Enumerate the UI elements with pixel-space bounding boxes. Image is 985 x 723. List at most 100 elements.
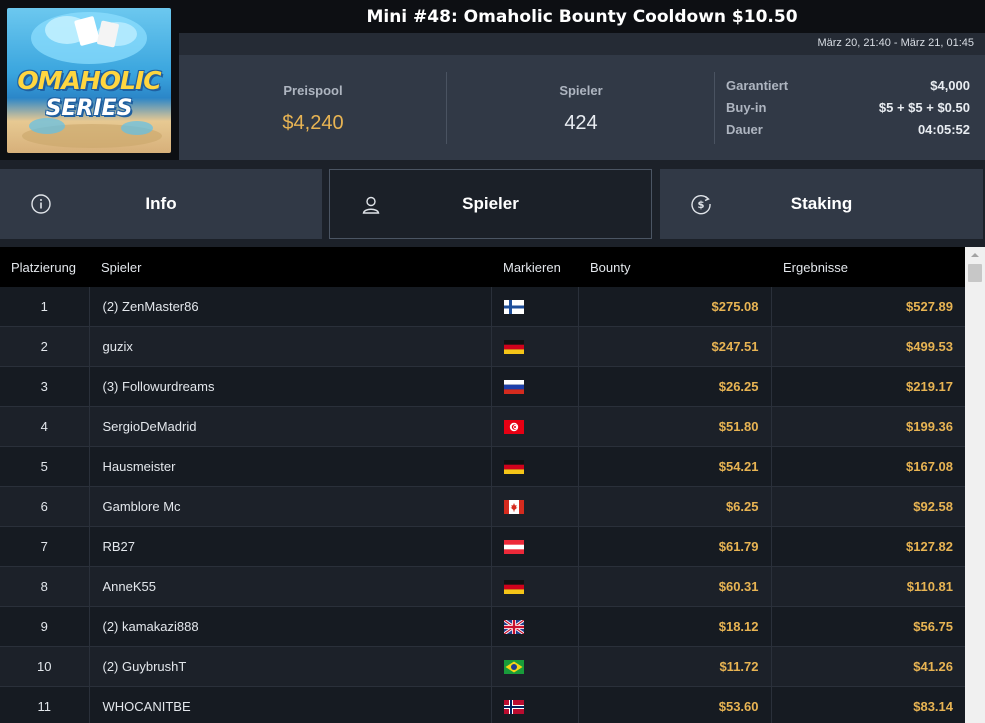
- logo-text-series: SERIES: [45, 96, 133, 121]
- player-name-cell[interactable]: SergioDeMadrid: [89, 406, 492, 447]
- result-cell: $92.58: [771, 486, 965, 527]
- tab-info[interactable]: Info: [0, 169, 322, 239]
- column-header-results[interactable]: Ergebnisse: [771, 247, 965, 287]
- table-row[interactable]: 7 RB27 $61.79 $127.82: [0, 526, 965, 567]
- placement-cell: 1: [0, 287, 90, 327]
- table-row[interactable]: 5 Hausmeister $54.21 $167.08: [0, 446, 965, 487]
- country-flag-cell: [491, 486, 579, 527]
- prizepool-value: $4,240: [282, 112, 344, 134]
- tournament-stats-panel: Preispool $4,240 Spieler 424 Garantiert …: [179, 55, 985, 160]
- table-row[interactable]: 4 SergioDeMadrid $51.80 $199.36: [0, 406, 965, 447]
- player-name-cell[interactable]: (3) Followurdreams: [89, 366, 492, 407]
- prizepool-stat: Preispool $4,240: [179, 55, 447, 160]
- country-flag-cell: [491, 446, 579, 487]
- result-cell: $167.08: [771, 446, 965, 487]
- tournament-logo: OMAHOLIC SERIES: [0, 0, 179, 160]
- player-name-cell[interactable]: guzix: [89, 326, 492, 367]
- scroll-up-arrow-icon[interactable]: [965, 247, 985, 263]
- detail-label: Garantiert: [726, 78, 789, 93]
- placement-cell: 11: [0, 686, 90, 723]
- stats-divider: [714, 72, 715, 144]
- title-bar: Mini #48: Omaholic Bounty Cooldown $10.5…: [179, 0, 985, 33]
- result-cell: $83.14: [771, 686, 965, 723]
- norway-flag-icon: [503, 699, 524, 714]
- tab-bar: Info Spieler $ Staking: [0, 169, 985, 239]
- tournament-details: Garantiert $4,000 Buy-in $5 + $5 + $0.50…: [726, 78, 970, 144]
- placement-cell: 2: [0, 326, 90, 367]
- result-cell: $110.81: [771, 566, 965, 607]
- bounty-cell: $6.25: [578, 486, 772, 527]
- table-row[interactable]: 2 guzix $247.51 $499.53: [0, 326, 965, 367]
- country-flag-cell: [491, 526, 579, 567]
- table-row[interactable]: 3 (3) Followurdreams $26.25 $219.17: [0, 366, 965, 407]
- player-name-cell[interactable]: WHOCANITBE: [89, 686, 492, 723]
- russia-flag-icon: [503, 379, 524, 394]
- column-header-placement[interactable]: Platzierung: [0, 247, 89, 287]
- table-row[interactable]: 9 (2) kamakazi888 $18.12 $56.75: [0, 606, 965, 647]
- canada-flag-icon: [503, 499, 524, 514]
- players-table: Platzierung Spieler Markieren Bounty Erg…: [0, 247, 965, 723]
- bounty-cell: $247.51: [578, 326, 772, 367]
- tab-players[interactable]: Spieler: [329, 169, 652, 239]
- uk-flag-icon: [503, 619, 524, 634]
- table-scrollbar[interactable]: [965, 247, 985, 723]
- bounty-cell: $51.80: [578, 406, 772, 447]
- bounty-cell: $11.72: [578, 646, 772, 687]
- column-header-flag[interactable]: Markieren: [491, 247, 578, 287]
- placement-cell: 3: [0, 366, 90, 407]
- detail-value: $5 + $5 + $0.50: [878, 100, 970, 115]
- bounty-cell: $53.60: [578, 686, 772, 723]
- table-row[interactable]: 6 Gamblore Mc $6.25 $92.58: [0, 486, 965, 527]
- tab-players-label: Spieler: [462, 194, 519, 213]
- result-cell: $127.82: [771, 526, 965, 567]
- players-table-container: Platzierung Spieler Markieren Bounty Erg…: [0, 247, 965, 723]
- placement-cell: 8: [0, 566, 90, 607]
- table-row[interactable]: 8 AnneK55 $60.31 $110.81: [0, 566, 965, 607]
- tab-info-label: Info: [145, 194, 177, 213]
- country-flag-cell: [491, 686, 579, 723]
- detail-label: Buy-in: [726, 100, 767, 115]
- tab-staking-label: Staking: [790, 194, 853, 213]
- info-circle-icon: [31, 194, 51, 214]
- column-header-player[interactable]: Spieler: [89, 247, 491, 287]
- svg-text:$: $: [698, 200, 705, 211]
- table-row[interactable]: 10 (2) GuybrushT $11.72 $41.26: [0, 646, 965, 687]
- table-header-row: Platzierung Spieler Markieren Bounty Erg…: [0, 247, 965, 287]
- user-icon: [362, 196, 380, 214]
- placement-cell: 9: [0, 606, 90, 647]
- bounty-cell: $60.31: [578, 566, 772, 607]
- result-cell: $219.17: [771, 366, 965, 407]
- prizepool-label: Preispool: [283, 83, 343, 98]
- detail-row-duration: Dauer 04:05:52: [726, 122, 970, 144]
- table-row[interactable]: 11 WHOCANITBE $53.60 $83.14: [0, 686, 965, 723]
- dollar-circle-icon: $: [691, 195, 711, 215]
- placement-cell: 7: [0, 526, 90, 567]
- player-name-cell[interactable]: (2) kamakazi888: [89, 606, 492, 647]
- country-flag-cell: [491, 646, 579, 687]
- player-name-cell[interactable]: RB27: [89, 526, 492, 567]
- germany-flag-icon: [503, 459, 524, 474]
- bounty-cell: $18.12: [578, 606, 772, 647]
- player-name-cell[interactable]: (2) ZenMaster86: [89, 287, 492, 327]
- placement-cell: 6: [0, 486, 90, 527]
- players-label: Spieler: [559, 83, 603, 98]
- player-name-cell[interactable]: (2) GuybrushT: [89, 646, 492, 687]
- country-flag-cell: [491, 287, 579, 327]
- players-value: 424: [564, 112, 598, 134]
- detail-row-buyin: Buy-in $5 + $5 + $0.50: [726, 100, 970, 122]
- table-row[interactable]: 1 (2) ZenMaster86 $275.08 $527.89: [0, 287, 965, 327]
- column-header-bounty[interactable]: Bounty: [578, 247, 771, 287]
- placement-cell: 5: [0, 446, 90, 487]
- country-flag-cell: [491, 406, 579, 447]
- placement-cell: 4: [0, 406, 90, 447]
- player-name-cell[interactable]: Hausmeister: [89, 446, 492, 487]
- player-name-cell[interactable]: Gamblore Mc: [89, 486, 492, 527]
- date-row: März 20, 21:40 - März 21, 01:45: [179, 33, 985, 55]
- player-name-cell[interactable]: AnneK55: [89, 566, 492, 607]
- country-flag-cell: [491, 606, 579, 647]
- result-cell: $199.36: [771, 406, 965, 447]
- bounty-cell: $61.79: [578, 526, 772, 567]
- scrollbar-thumb[interactable]: [968, 264, 982, 282]
- tab-staking[interactable]: $ Staking: [660, 169, 983, 239]
- bounty-cell: $275.08: [578, 287, 772, 327]
